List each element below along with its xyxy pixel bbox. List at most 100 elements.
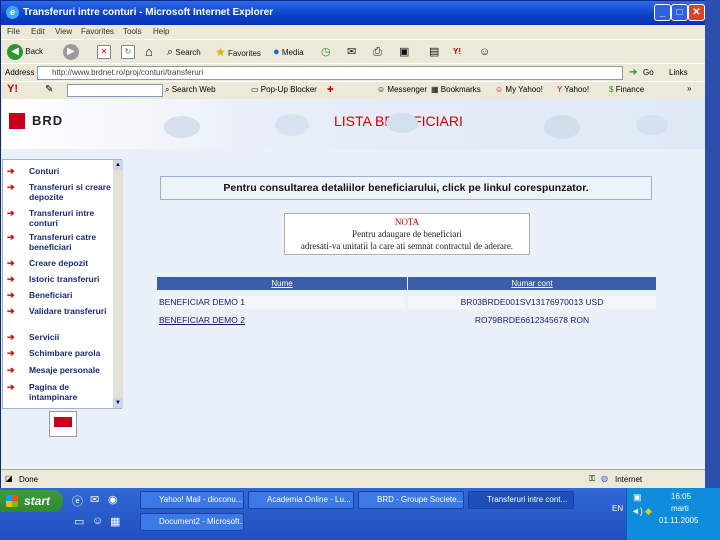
table-row-2-name[interactable]: BENEFICIAR DEMO 2 bbox=[159, 314, 405, 327]
network-icon[interactable]: ▣ bbox=[633, 492, 642, 503]
arrow-right-icon: ➔ bbox=[7, 166, 15, 176]
popup-blocker-button[interactable]: ▭ Pop-Up Blocker bbox=[251, 85, 317, 94]
my-yahoo-icon: ☺ bbox=[495, 85, 504, 94]
windows-logo-icon bbox=[6, 495, 18, 507]
clock-date: 01.11.2005 bbox=[659, 516, 699, 525]
search-icon: ⌕ bbox=[167, 46, 174, 58]
quicklaunch-ie-icon[interactable]: ⓔ bbox=[72, 493, 83, 509]
bookmarks-label: Bookmarks bbox=[440, 85, 481, 94]
arrow-right-icon: ➔ bbox=[7, 232, 15, 242]
standard-toolbar: ◀ Back ▶ ✕ ↻ ⌂ ⌕ Search ★ Favorites ● Me… bbox=[1, 39, 706, 63]
maximize-button[interactable]: □ bbox=[671, 4, 688, 21]
task-document2[interactable]: Document2 - Microsoft... bbox=[140, 513, 244, 531]
menu-favorites[interactable]: Favorites bbox=[81, 27, 114, 36]
mouse-decoration-icon bbox=[164, 113, 668, 139]
history-button[interactable]: ◷ bbox=[321, 43, 331, 61]
more-chevron-icon[interactable]: » bbox=[687, 84, 691, 93]
arrow-right-icon: ➔ bbox=[7, 382, 15, 392]
media-button[interactable]: ● Media bbox=[273, 43, 304, 61]
quicklaunch-desktop-icon[interactable]: ▦ bbox=[110, 515, 120, 528]
favorites-button[interactable]: ★ Favorites bbox=[215, 43, 261, 61]
table-row-1-account: BR03BRDE001SV13176970013 USD bbox=[408, 296, 656, 309]
printer-icon: ⎙ bbox=[373, 46, 382, 58]
yahoo-label: Yahoo! bbox=[564, 85, 590, 94]
back-label: Back bbox=[25, 47, 44, 56]
task-brd-groupe[interactable]: BRD - Groupe Societe... bbox=[358, 491, 464, 509]
clock-day: marti bbox=[671, 504, 689, 513]
scroll-up-icon[interactable]: ▲ bbox=[113, 160, 123, 170]
task-yahoo-mail[interactable]: Yahoo! Mail - dioconu... bbox=[140, 491, 244, 509]
arrow-right-icon: ➔ bbox=[7, 274, 15, 284]
task-academia-online[interactable]: Academia Online - Lu... bbox=[248, 491, 354, 509]
close-button[interactable]: ✕ bbox=[688, 4, 705, 21]
arrow-right-icon: ➔ bbox=[7, 258, 15, 268]
status-text: Done bbox=[19, 475, 39, 484]
brd-logo-icon bbox=[9, 113, 25, 129]
messenger-button[interactable]: ☺ Messenger bbox=[377, 85, 427, 94]
bookmarks-button[interactable]: ▦ Bookmarks bbox=[431, 85, 481, 94]
yahoo-search-input[interactable] bbox=[67, 84, 163, 97]
task-transferuri[interactable]: Transferuri intre cont... bbox=[468, 491, 574, 509]
pencil-icon[interactable]: ✎ bbox=[45, 84, 53, 95]
lock-icon: ⚿ bbox=[589, 474, 596, 483]
sidebar-scrollbar[interactable]: ▲ ▼ bbox=[113, 160, 123, 408]
table-row-2-account: RO79BRDE6612345678 RON bbox=[474, 315, 590, 325]
forward-button[interactable]: ▶ bbox=[63, 43, 79, 61]
address-input[interactable]: http://www.brdnet.ro/proj/conturi/transf… bbox=[37, 66, 623, 80]
speaker-icon[interactable]: ◄) bbox=[631, 506, 643, 516]
links-button[interactable]: Links bbox=[669, 68, 688, 77]
my-yahoo-button[interactable]: ☺ My Yahoo! bbox=[495, 85, 543, 94]
mail-icon: ✉ bbox=[347, 46, 357, 58]
stop-button[interactable]: ✕ bbox=[97, 43, 111, 61]
menu-tools[interactable]: Tools bbox=[123, 27, 142, 36]
arrow-right-icon: ➔ bbox=[7, 348, 15, 358]
brd-badge-mark bbox=[54, 417, 72, 427]
favorites-label: Favorites bbox=[228, 49, 261, 58]
scroll-down-icon[interactable]: ▼ bbox=[113, 398, 123, 408]
go-arrow-icon[interactable]: ➔ bbox=[629, 67, 637, 78]
note-line-2: adresati-va unitatii la care ati semnat … bbox=[300, 241, 514, 251]
bookmark-icon: ▦ bbox=[431, 85, 439, 94]
menu-edit[interactable]: Edit bbox=[31, 27, 45, 36]
edit-button[interactable]: ▣ bbox=[399, 43, 409, 61]
yahoo-toolbar-button[interactable]: Y! bbox=[453, 43, 461, 61]
home-button[interactable]: ⌂ bbox=[145, 43, 153, 61]
desktop-edge bbox=[705, 0, 720, 488]
my-yahoo-label: My Yahoo! bbox=[505, 85, 543, 94]
search-button[interactable]: ⌕ Search bbox=[167, 43, 201, 61]
yahoo-button[interactable]: Y Yahoo! bbox=[557, 85, 589, 94]
messenger-tb-button[interactable]: ☺ bbox=[479, 43, 490, 61]
address-label: Address bbox=[5, 68, 35, 77]
arrow-right-icon: ➔ bbox=[7, 306, 15, 316]
quicklaunch-mail-icon[interactable]: ✉ bbox=[90, 493, 99, 506]
language-indicator[interactable]: EN bbox=[612, 504, 623, 513]
tray-app-icon[interactable]: ◆ bbox=[645, 506, 652, 517]
refresh-button[interactable]: ↻ bbox=[121, 43, 135, 61]
yahoo-icon: Y! bbox=[453, 47, 461, 56]
menu-view[interactable]: View bbox=[55, 27, 72, 36]
quicklaunch-folder-icon[interactable]: ▭ bbox=[74, 515, 84, 528]
discuss-button[interactable]: ▤ bbox=[429, 43, 439, 61]
finance-icon: $ bbox=[609, 85, 614, 94]
title-bar[interactable]: e Transferuri intre conturi - Microsoft … bbox=[1, 1, 706, 25]
flag-icon[interactable]: ✚ bbox=[327, 85, 334, 94]
print-button[interactable]: ⎙ bbox=[373, 43, 382, 61]
search-web-label: Search Web bbox=[171, 85, 216, 94]
quicklaunch-messenger-icon[interactable]: ☺ bbox=[92, 515, 103, 527]
search-web-button[interactable]: ⌕ Search Web bbox=[165, 85, 216, 95]
menu-help[interactable]: Help bbox=[153, 27, 169, 36]
minimize-button[interactable]: _ bbox=[654, 4, 671, 21]
quicklaunch-media-icon[interactable]: ◉ bbox=[108, 493, 118, 506]
go-button[interactable]: Go bbox=[643, 68, 654, 77]
finance-button[interactable]: $ Finance bbox=[609, 85, 644, 94]
popup-blocker-label: Pop-Up Blocker bbox=[260, 85, 317, 94]
yahoo-logo-icon[interactable]: Y! bbox=[7, 83, 18, 95]
mail-button[interactable]: ✉ bbox=[347, 43, 356, 61]
table-row-1-name[interactable]: BENEFICIAR DEMO 1 bbox=[159, 296, 405, 309]
menu-file[interactable]: File bbox=[7, 27, 20, 36]
start-button[interactable]: start bbox=[0, 490, 63, 512]
arrow-right-icon: ➔ bbox=[7, 365, 15, 375]
start-label: start bbox=[24, 494, 51, 508]
address-bar: Address http://www.brdnet.ro/proj/contur… bbox=[1, 63, 706, 81]
back-button[interactable]: ◀ Back bbox=[7, 43, 43, 61]
